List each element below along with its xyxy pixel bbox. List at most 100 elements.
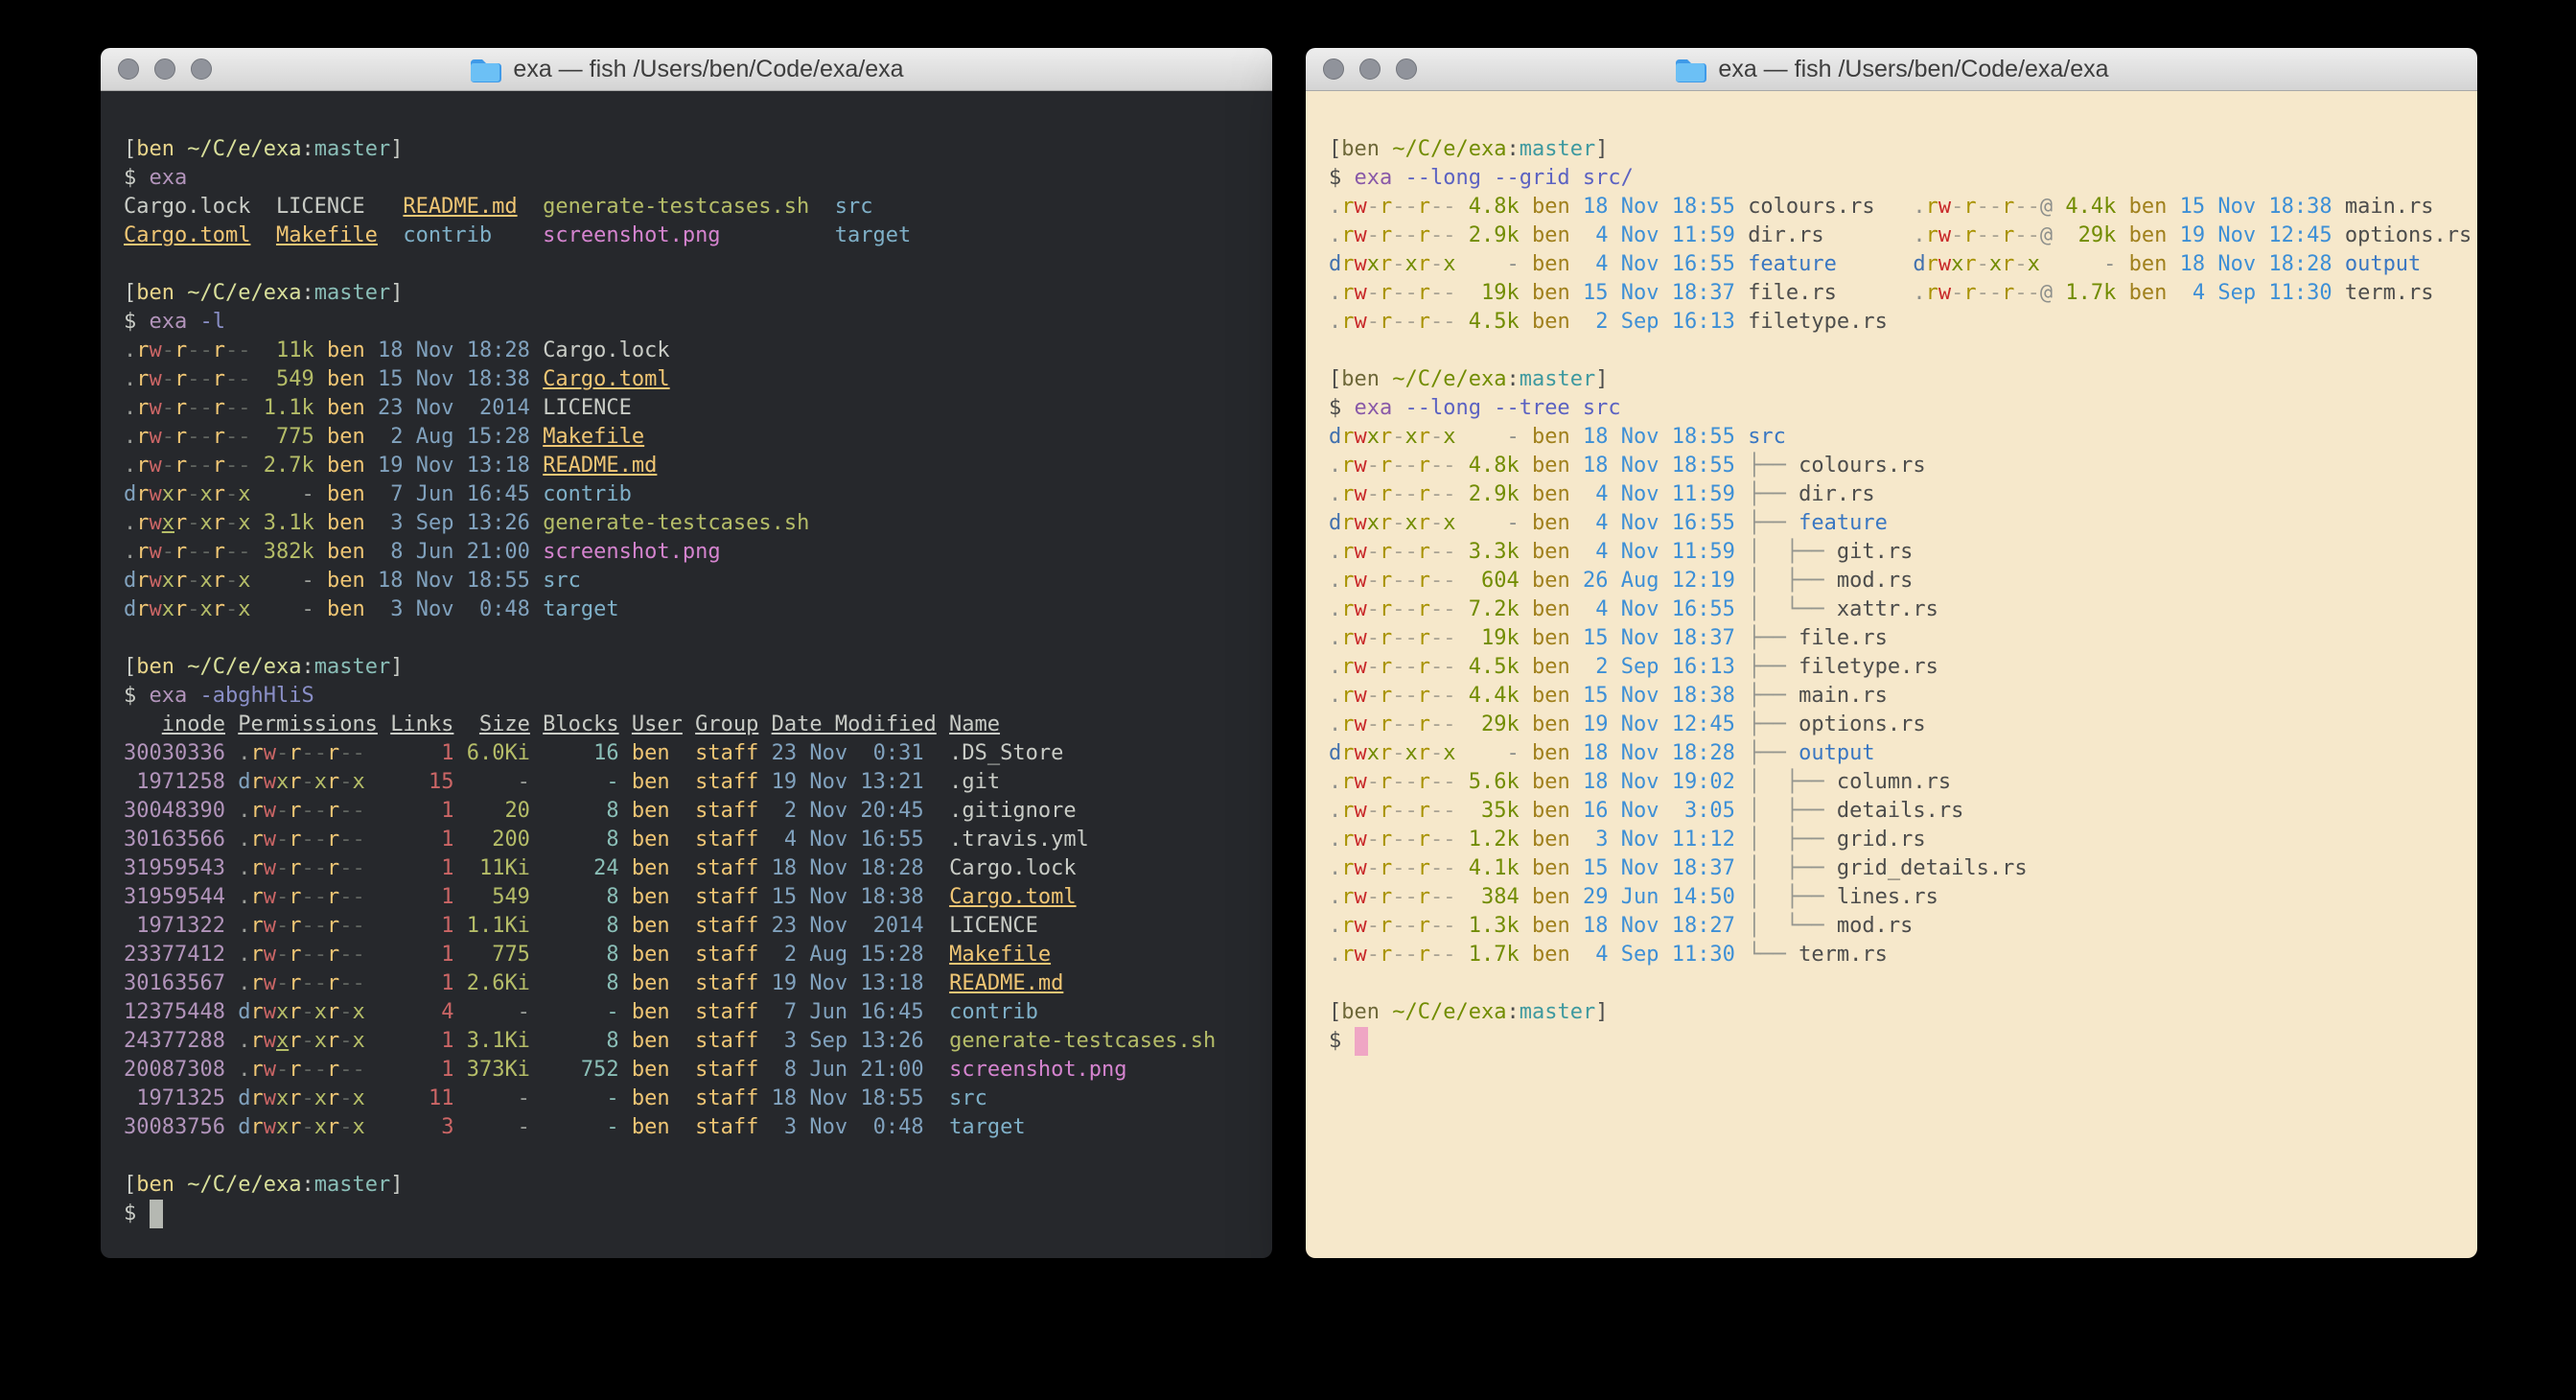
permission-char: - (187, 569, 199, 593)
permission-char: d (238, 1086, 250, 1110)
permission-char: . (1329, 799, 1341, 823)
text-segment: target (949, 1115, 1025, 1139)
text-segment: 8 (543, 943, 618, 967)
text-segment: 23 Nov 2014 (772, 914, 924, 938)
permission-char: r (289, 770, 301, 794)
text-segment (758, 770, 771, 794)
permission-char: r (213, 338, 225, 362)
minimize-button[interactable] (154, 58, 175, 80)
close-button[interactable] (1323, 58, 1344, 80)
permission-char: - (1443, 540, 1455, 564)
terminal-line (124, 1142, 1263, 1171)
permission-char: x (1367, 252, 1380, 276)
minimize-button[interactable] (1359, 58, 1381, 80)
text-segment: 8 Jun 21:00 (772, 1058, 924, 1082)
terminal-line: .rw-r--r-- 4.5k ben 2 Sep 16:13 ├── file… (1329, 653, 2468, 682)
terminal-window-dark[interactable]: exa — fish /Users/ben/Code/exa/exa [ben … (101, 48, 1272, 1258)
text-segment: ben (1341, 367, 1380, 391)
text-segment (1520, 856, 1532, 880)
permission-char: r (289, 943, 301, 967)
text-segment: ben (632, 1086, 670, 1110)
text-segment: 8 (543, 914, 618, 938)
permission-char: r (1341, 655, 1354, 679)
permission-char: r (1341, 626, 1354, 650)
permission-char: r (289, 741, 301, 765)
text-segment: src (1748, 425, 1786, 449)
text-segment (1570, 828, 1583, 852)
text-segment (670, 799, 696, 823)
permission-char: - (1443, 310, 1455, 334)
zoom-button[interactable] (191, 58, 212, 80)
text-segment: 6.0Ki (467, 741, 530, 765)
zoom-button[interactable] (1396, 58, 1417, 80)
permission-char: - (1405, 597, 1418, 621)
text-segment (251, 511, 264, 535)
text-segment: 7 Jun 16:45 (772, 1000, 924, 1024)
permission-char: . (238, 828, 250, 852)
text-segment (758, 971, 771, 995)
permission-char: r (250, 741, 263, 765)
permission-char: . (1329, 195, 1341, 219)
text-segment (1735, 828, 1748, 852)
text-segment: ben (632, 914, 670, 938)
terminal-line: [ben ~/C/e/exa:master] (124, 135, 1263, 164)
text-segment: 1 (390, 741, 453, 765)
text-segment (453, 1058, 466, 1082)
permission-char: - (1430, 482, 1443, 506)
permission-char: - (1430, 741, 1443, 765)
window-title: exa — fish /Users/ben/Code/exa/exa (513, 56, 903, 83)
text-segment (365, 856, 391, 880)
permission-char: - (1392, 770, 1404, 794)
terminal-window-light[interactable]: exa — fish /Users/ben/Code/exa/exa [ben … (1306, 48, 2477, 1258)
text-segment (2053, 223, 2065, 247)
permission-char: w (150, 482, 162, 506)
permission-char: r (136, 569, 149, 593)
terminal-screen[interactable]: [ben ~/C/e/exa:master]$ exaCargo.lock LI… (101, 91, 1272, 1258)
permission-char: w (1355, 626, 1367, 650)
text-segment: 384 (1469, 885, 1520, 909)
permission-char: w (1938, 195, 1951, 219)
permission-char: - (1367, 540, 1380, 564)
terminal-screen[interactable]: [ben ~/C/e/exa:master]$ exa --long --gri… (1306, 91, 2477, 1258)
permission-char: - (1443, 856, 1455, 880)
close-button[interactable] (118, 58, 139, 80)
permission-char: - (2014, 281, 2027, 305)
permission-char: - (1405, 310, 1418, 334)
permission-char: d (238, 1115, 250, 1139)
title-bar[interactable]: exa — fish /Users/ben/Code/exa/exa (1306, 48, 2477, 91)
text-segment: 11k (264, 338, 314, 362)
permission-char: w (1355, 799, 1367, 823)
permission-char: w (264, 1115, 276, 1139)
text-segment: 1 (390, 885, 453, 909)
text-segment: ] (390, 281, 403, 305)
permission-char: r (1418, 712, 1430, 736)
text-segment: screenshot.png (949, 1058, 1126, 1082)
title-bar[interactable]: exa — fish /Users/ben/Code/exa/exa (101, 48, 1272, 91)
permission-char: x (1443, 425, 1455, 449)
text-segment (1456, 281, 1469, 305)
permission-char: r (327, 741, 339, 765)
terminal-line: .rw-r--r-- 4.8k ben 18 Nov 18:55 colours… (1329, 193, 2468, 222)
permission-char: - (1367, 626, 1380, 650)
permission-char: - (301, 971, 313, 995)
permission-char: x (1367, 511, 1380, 535)
permission-char: r (327, 914, 339, 938)
text-segment (1735, 770, 1748, 794)
text-segment (758, 1000, 771, 1024)
terminal-line: $ exa --long --grid src/ (1329, 164, 2468, 193)
permission-char: r (327, 1000, 339, 1024)
text-segment: 18 Nov 18:28 (772, 856, 924, 880)
text-segment (924, 1086, 950, 1110)
permission-char: - (1430, 799, 1443, 823)
text-segment: .git (949, 770, 1000, 794)
text-segment (453, 971, 466, 995)
text-segment (530, 511, 543, 535)
text-segment (365, 1115, 391, 1139)
permission-char: w (1355, 712, 1367, 736)
permission-char: - (339, 799, 352, 823)
text-segment (2332, 281, 2345, 305)
text-segment: contrib (949, 1000, 1038, 1024)
text-segment: 3.3k (1469, 540, 1520, 564)
permission-char: r (289, 1000, 301, 1024)
text-segment: 3 Nov 0:48 (772, 1115, 924, 1139)
